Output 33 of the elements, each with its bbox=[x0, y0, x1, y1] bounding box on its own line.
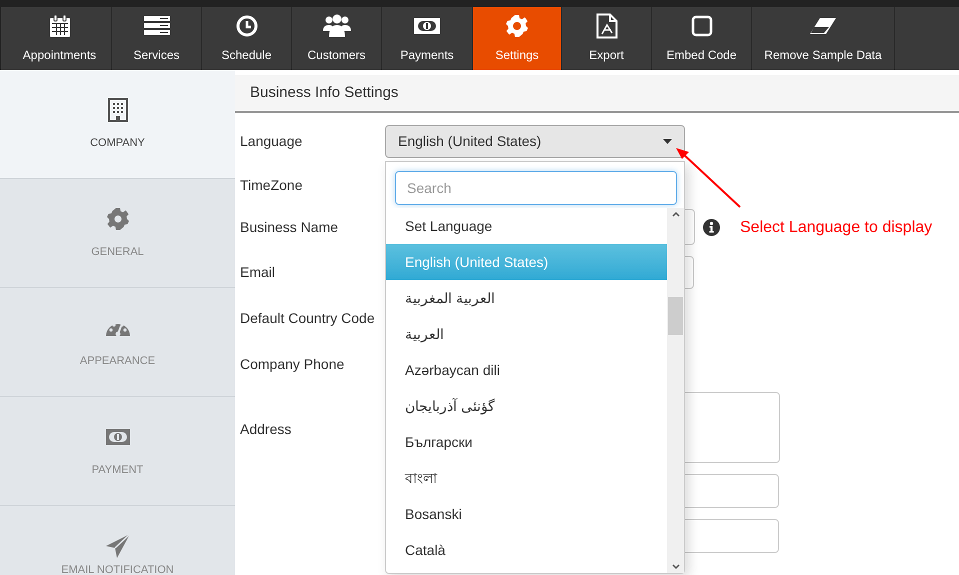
building-icon bbox=[108, 98, 128, 122]
field-label: Email bbox=[240, 263, 276, 282]
gear-icon bbox=[106, 208, 128, 230]
pdf-file-icon bbox=[596, 13, 618, 39]
scroll-down-icon[interactable] bbox=[672, 564, 680, 570]
field-label: Business Name bbox=[240, 218, 340, 236]
field-label: Language bbox=[240, 132, 304, 151]
settings-icon bbox=[506, 15, 528, 37]
banknote-icon bbox=[104, 428, 130, 446]
field-label: TimeZone bbox=[240, 176, 304, 195]
eraser-icon bbox=[809, 17, 837, 35]
panel-title: Business Info Settings bbox=[250, 82, 398, 103]
annotation-arrow bbox=[674, 146, 742, 209]
sidebar-item[interactable]: COMPANY bbox=[0, 70, 235, 179]
scrollbar-thumb[interactable] bbox=[668, 296, 683, 334]
nav-tab[interactable]: Settings bbox=[473, 7, 562, 70]
annotation-text: Select Language to display bbox=[740, 218, 932, 238]
scroll-up-icon[interactable] bbox=[672, 211, 680, 217]
field-label: Address bbox=[240, 420, 292, 439]
users-icon bbox=[322, 14, 350, 38]
banknote-icon bbox=[413, 17, 441, 35]
clock-icon bbox=[236, 15, 258, 37]
calendar-icon bbox=[48, 14, 70, 38]
search-field[interactable]: Search bbox=[395, 171, 677, 205]
square-icon bbox=[690, 15, 712, 37]
field-label: Company Phone bbox=[240, 355, 346, 374]
paper-plane-icon bbox=[104, 533, 130, 559]
server-stack-icon bbox=[144, 15, 170, 37]
language-select[interactable]: English (United States) bbox=[385, 125, 685, 158]
caret-icon bbox=[663, 139, 672, 144]
scrollbar[interactable] bbox=[667, 208, 684, 573]
info-icon[interactable] bbox=[703, 218, 720, 236]
field-label: Default Country Code bbox=[240, 309, 376, 328]
